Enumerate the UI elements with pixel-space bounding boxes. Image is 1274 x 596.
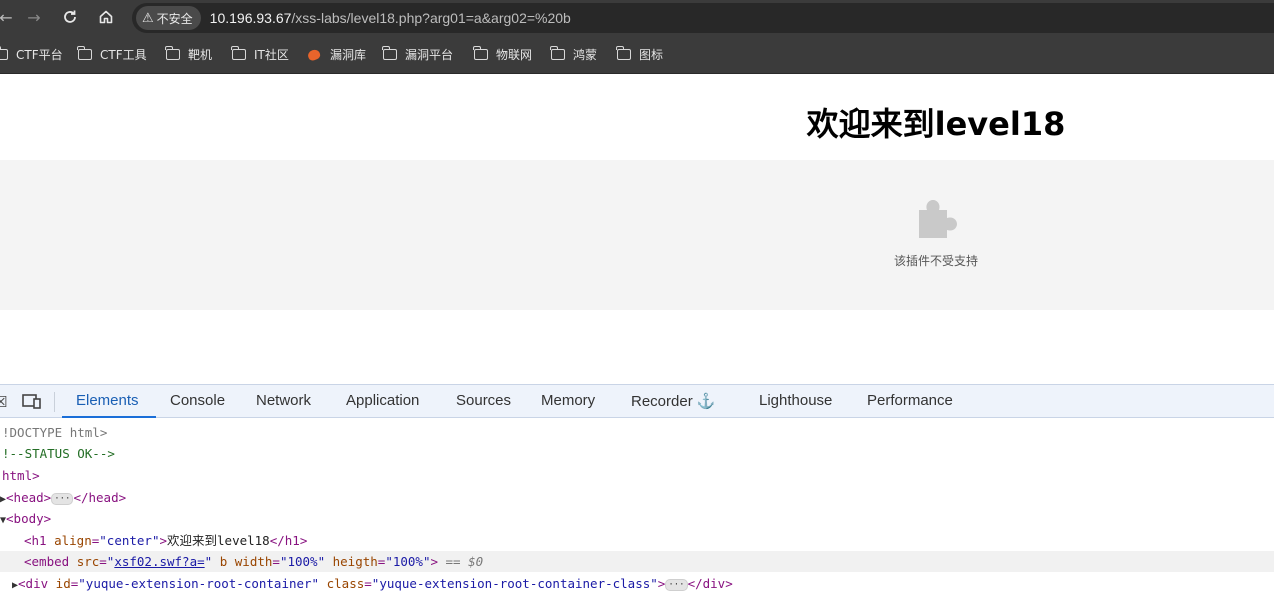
warning-icon: ⚠ bbox=[142, 10, 154, 26]
tab-lighthouse[interactable]: Lighthouse bbox=[759, 392, 832, 409]
dom-embed-width-attr: width bbox=[234, 554, 273, 569]
dom-div-id-attr: id bbox=[55, 576, 71, 591]
dom-embed-heigth-attr: heigth bbox=[332, 554, 378, 569]
folder-icon bbox=[77, 46, 92, 60]
dom-h1-close: </h1> bbox=[269, 533, 308, 548]
dom-doctype[interactable]: !DOCTYPE html> bbox=[2, 422, 107, 443]
dom-embed-src-link[interactable]: xsf02.swf?a= bbox=[114, 554, 204, 569]
bookmark-vuln-db[interactable]: 漏洞库 bbox=[306, 46, 367, 63]
folder-icon bbox=[382, 46, 397, 60]
bookmark-ctf-tools[interactable]: CTF工具 bbox=[77, 46, 147, 63]
dom-body-node[interactable]: ▼<body> bbox=[0, 508, 51, 529]
security-indicator[interactable]: ⚠ 不安全 bbox=[136, 6, 201, 30]
browser-toolbar: ← → ⚠ 不安全 10.196.93.67/xss-labs/level18.… bbox=[0, 0, 1274, 36]
bookmark-it-community[interactable]: IT社区 bbox=[231, 46, 289, 63]
bookmark-label: 物联网 bbox=[496, 48, 533, 62]
back-arrow-icon[interactable]: ← bbox=[0, 5, 18, 29]
dom-head-ellipsis[interactable]: ··· bbox=[51, 492, 74, 505]
tab-elements[interactable]: Elements bbox=[76, 392, 139, 409]
folder-icon bbox=[550, 46, 565, 60]
bookmark-label: 鸿蒙 bbox=[573, 48, 598, 62]
bookmark-label: 图标 bbox=[639, 48, 664, 62]
dom-head-open: <head> bbox=[6, 490, 52, 505]
dom-div-id-val: "yuque-extension-root-container" bbox=[78, 576, 320, 591]
puzzle-piece-icon bbox=[919, 200, 957, 238]
dom-head-close: </head> bbox=[73, 490, 127, 505]
dom-embed-heigth-val: "100%" bbox=[385, 554, 431, 569]
dom-embed-width-val: "100%" bbox=[279, 554, 326, 569]
bookmark-ctf-platform[interactable]: CTF平台 bbox=[0, 46, 63, 63]
dom-div-close: </div> bbox=[687, 576, 733, 591]
bookmark-label: 漏洞库 bbox=[330, 48, 367, 62]
page-content: 欢迎来到level18 该插件不受支持 bbox=[0, 75, 1274, 385]
dom-html-open[interactable]: html> bbox=[2, 465, 40, 486]
bookmark-label: CTF工具 bbox=[100, 48, 147, 62]
folder-icon bbox=[616, 46, 631, 60]
dom-embed-b-attr: b bbox=[212, 554, 228, 569]
security-label: 不安全 bbox=[156, 11, 193, 26]
url-path: /xss-labs/level18.php?arg01=a&arg02=%20b bbox=[291, 10, 571, 26]
url-text[interactable]: 10.196.93.67/xss-labs/level18.php?arg01=… bbox=[210, 10, 571, 26]
url-host: 10.196.93.67 bbox=[209, 10, 292, 26]
fire-icon bbox=[306, 47, 322, 62]
dom-div-open: <div bbox=[18, 576, 56, 591]
page-title: 欢迎来到level18 bbox=[806, 105, 1066, 143]
tab-sources[interactable]: Sources bbox=[456, 392, 511, 409]
bookmark-label: 靶机 bbox=[188, 48, 213, 62]
bookmark-iot[interactable]: 物联网 bbox=[473, 46, 533, 63]
devtools-panel: ☒ Elements Console Network Application S… bbox=[0, 384, 1274, 591]
embed-plugin-area[interactable]: 该插件不受支持 bbox=[0, 160, 1274, 310]
dom-embed-open: <embed bbox=[24, 554, 77, 569]
bookmark-label: CTF平台 bbox=[16, 48, 63, 62]
bookmark-harmony[interactable]: 鸿蒙 bbox=[550, 46, 598, 63]
bookmark-icons[interactable]: 图标 bbox=[616, 46, 664, 63]
bookmark-label: IT社区 bbox=[254, 48, 289, 62]
tab-application[interactable]: Application bbox=[346, 392, 419, 409]
dom-selected-marker: == $0 bbox=[438, 554, 484, 569]
dom-body-open: <body> bbox=[6, 511, 52, 526]
address-bar[interactable]: ⚠ 不安全 10.196.93.67/xss-labs/level18.php?… bbox=[132, 3, 1274, 33]
dom-div-class-val: "yuque-extension-root-container-class" bbox=[371, 576, 658, 591]
forward-arrow-icon[interactable]: → bbox=[22, 5, 46, 29]
bookmark-vuln-platform[interactable]: 漏洞平台 bbox=[382, 46, 454, 63]
dom-div-node[interactable]: ▶<div id="yuque-extension-root-container… bbox=[12, 573, 733, 594]
tab-performance[interactable]: Performance bbox=[867, 392, 953, 409]
tab-recorder[interactable]: Recorder ⚓ bbox=[631, 392, 716, 410]
device-toolbar-icon[interactable] bbox=[22, 393, 42, 413]
dom-h1-open: <h1 bbox=[24, 533, 55, 548]
bookmark-label: 漏洞平台 bbox=[405, 48, 454, 62]
dom-embed-node-selected[interactable]: <embed src="xsf02.swf?a=" b width="100%"… bbox=[0, 551, 1274, 572]
devtools-tab-bar: ☒ Elements Console Network Application S… bbox=[0, 384, 1274, 418]
dom-head-node[interactable]: ▶<head> ··· </head> bbox=[0, 487, 126, 508]
dom-h1-attr-val: "center" bbox=[99, 533, 160, 548]
tab-console[interactable]: Console bbox=[170, 392, 225, 409]
bookmarks-bar: CTF平台 CTF工具 靶机 IT社区 漏洞库 漏洞平台 物联网 鸿蒙 图标 bbox=[0, 36, 1274, 74]
tab-network[interactable]: Network bbox=[256, 392, 311, 409]
dom-embed-src-attr: src bbox=[76, 554, 100, 569]
active-tab-indicator bbox=[62, 416, 156, 418]
inspect-element-icon[interactable]: ☒ bbox=[0, 393, 7, 411]
dom-h1-node[interactable]: <h1 align="center">欢迎来到level18</h1> bbox=[24, 530, 307, 551]
dom-h1-attr: align bbox=[54, 533, 92, 548]
folder-icon bbox=[165, 46, 180, 60]
dom-div-class-attr: class bbox=[326, 576, 365, 591]
dom-h1-text: 欢迎来到level18 bbox=[167, 533, 270, 548]
dom-comment[interactable]: !--STATUS OK--> bbox=[2, 443, 115, 464]
tab-recorder-label: Recorder bbox=[631, 393, 693, 410]
flask-icon: ⚓ bbox=[696, 393, 716, 410]
folder-icon bbox=[231, 46, 246, 60]
bookmark-target-machine[interactable]: 靶机 bbox=[165, 46, 213, 63]
plugin-unsupported-message: 该插件不受支持 bbox=[893, 254, 978, 268]
dom-div-close-bracket: > bbox=[657, 576, 666, 591]
divider bbox=[54, 392, 55, 412]
reload-icon[interactable] bbox=[58, 5, 82, 29]
tab-memory[interactable]: Memory bbox=[541, 392, 595, 409]
dom-embed-close: > bbox=[430, 554, 438, 569]
folder-icon bbox=[473, 46, 488, 60]
folder-icon bbox=[0, 46, 8, 60]
dom-div-ellipsis[interactable]: ··· bbox=[665, 578, 688, 591]
home-icon[interactable] bbox=[94, 5, 118, 29]
